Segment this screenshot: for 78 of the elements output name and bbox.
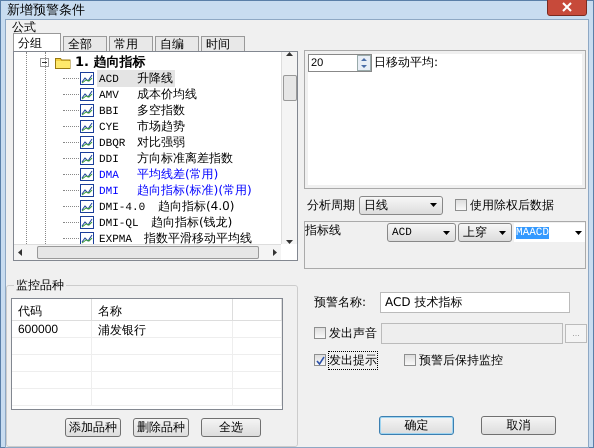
left-arrow-icon bbox=[18, 249, 22, 256]
close-icon bbox=[562, 2, 572, 12]
line-chart-icon bbox=[80, 216, 94, 228]
column-header[interactable]: 代码 bbox=[12, 299, 92, 320]
expander[interactable] bbox=[40, 58, 49, 66]
group-label: 监控品种 bbox=[14, 279, 66, 292]
line-chart-icon bbox=[80, 200, 94, 212]
spin-field[interactable]: 20 bbox=[308, 54, 372, 72]
caret-icon bbox=[429, 202, 438, 208]
button[interactable]: 取消 bbox=[481, 416, 556, 435]
window-title: 新增预警条件 bbox=[7, 2, 85, 19]
minus-icon bbox=[42, 60, 47, 64]
line-chart-icon bbox=[80, 184, 94, 196]
line-chart-icon bbox=[80, 120, 94, 132]
tree-item[interactable]: DMI-QL 趋向指标(钱龙) bbox=[97, 214, 234, 230]
line-chart-icon bbox=[80, 168, 94, 180]
tree-item[interactable]: CYE 市场趋势 bbox=[97, 118, 187, 134]
horizontal-scrollbar[interactable] bbox=[14, 244, 281, 260]
spin-arrows-icon bbox=[357, 55, 371, 71]
tree-item[interactable]: DMI-4.0 趋向指标(4.0) bbox=[97, 198, 236, 214]
checkbox[interactable] bbox=[404, 354, 416, 366]
line-chart-icon bbox=[80, 136, 94, 148]
tree-item[interactable]: EXPMA 指数平滑移动平均线 bbox=[97, 230, 254, 244]
param-label: 日移动平均: bbox=[374, 54, 438, 71]
checkbox-label: 发出提示 bbox=[329, 352, 377, 368]
tree-item[interactable]: DDI 方向标准离差指数 bbox=[97, 150, 235, 166]
target-text: MAACD bbox=[516, 226, 550, 238]
down-arrow-icon bbox=[286, 240, 293, 244]
table-cell: 600000 bbox=[12, 321, 92, 339]
line-chart-icon bbox=[80, 152, 94, 164]
check-icon bbox=[316, 356, 324, 364]
caret-icon bbox=[442, 230, 451, 236]
checkbox-label: 使用除权后数据 bbox=[470, 196, 554, 214]
sound-file-field[interactable] bbox=[381, 322, 563, 344]
period-label: 分析周期 bbox=[307, 196, 355, 214]
name-field[interactable]: ACD 技术指标 bbox=[380, 292, 570, 312]
tab[interactable]: 分组 bbox=[13, 33, 61, 51]
line-chart-icon bbox=[80, 104, 94, 116]
caret-icon bbox=[574, 230, 583, 236]
tree-item[interactable]: AMV 成本价均线 bbox=[97, 86, 199, 102]
button[interactable]: 添加品种 bbox=[65, 418, 121, 437]
tree-item[interactable]: ACD 升降线 bbox=[97, 70, 175, 86]
checkbox[interactable] bbox=[455, 199, 467, 211]
scroll-thumb[interactable] bbox=[36, 246, 258, 259]
button[interactable]: 确定 bbox=[379, 416, 454, 435]
checkbox[interactable] bbox=[314, 327, 326, 339]
checkbox-label: 发出声音 bbox=[329, 324, 377, 342]
button[interactable]: 全选 bbox=[201, 418, 261, 437]
tree-item[interactable]: BBI 多空指数 bbox=[97, 102, 187, 118]
line-dropdown[interactable]: ACD bbox=[387, 223, 456, 242]
scroll-thumb[interactable] bbox=[282, 75, 296, 101]
tab[interactable]: 时间 bbox=[201, 36, 245, 51]
line-chart-icon bbox=[80, 232, 94, 244]
right-arrow-icon bbox=[273, 249, 277, 256]
caret-icon bbox=[498, 230, 507, 236]
line-chart-icon bbox=[80, 72, 94, 84]
line-chart-icon bbox=[80, 88, 94, 100]
close-button[interactable] bbox=[547, 0, 587, 16]
tab[interactable]: 常用 bbox=[109, 36, 153, 51]
tree-item[interactable]: DMA 平均线差(常用) bbox=[97, 166, 220, 182]
folder-icon bbox=[55, 56, 71, 68]
tree-group[interactable]: 1. 趋向指标 bbox=[75, 53, 146, 71]
table-cell: 浦发银行 bbox=[92, 321, 233, 339]
button[interactable]: 删除品种 bbox=[133, 418, 189, 437]
checkbox-label: 预警后保持监控 bbox=[419, 352, 503, 368]
group-label: 公式 bbox=[10, 21, 38, 34]
tab[interactable]: 自编 bbox=[155, 36, 199, 51]
field-label: 预警名称: bbox=[314, 294, 366, 310]
checkbox[interactable] bbox=[314, 354, 326, 366]
period-dropdown[interactable]: 日线 bbox=[359, 196, 443, 214]
column-header[interactable]: 名称 bbox=[92, 299, 233, 320]
indicator-label: 指标线 bbox=[305, 222, 342, 239]
tab[interactable]: 全部 bbox=[63, 36, 107, 51]
up-arrow-icon bbox=[286, 52, 293, 56]
condition-dropdown[interactable]: 上穿 bbox=[458, 223, 512, 242]
tree-item[interactable]: DMI 趋向指标(标准)(常用) bbox=[97, 182, 254, 198]
tree-item[interactable]: DBQR 对比强弱 bbox=[97, 134, 187, 150]
vertical-scrollbar[interactable] bbox=[281, 52, 297, 244]
